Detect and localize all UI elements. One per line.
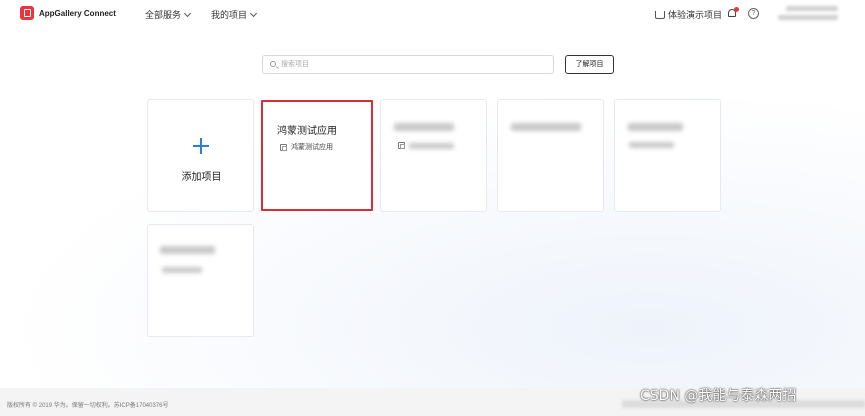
project-title: 鸿蒙测试应用 [277,126,337,137]
app-icon [280,143,287,151]
project-card[interactable] [497,99,604,212]
project-card[interactable] [380,99,487,212]
cart-icon [655,10,665,19]
help-button[interactable]: ? [748,8,759,19]
watermark: CSDN @我能与泰森两招 [640,388,797,404]
project-card[interactable] [614,99,721,212]
demo-project-link[interactable]: 体验演示项目 [655,8,722,21]
top-header: AppGallery Connect 全部服务 我的项目 体验演示项目 ? [0,0,865,30]
app-name: 鸿蒙测试应用 [291,144,333,151]
project-card-selected[interactable]: 鸿蒙测试应用 鸿蒙测试应用 [261,100,373,211]
appgallery-logo-icon [20,6,34,20]
logo-text: AppGallery Connect [39,8,116,18]
search-input[interactable] [281,58,541,71]
search-icon [270,61,276,67]
chevron-down-icon [249,9,258,17]
add-project-label: 添加项目 [181,172,222,183]
learn-projects-button[interactable]: 了解项目 [565,55,614,74]
copyright-text: 版权所有 © 2019 华为。保留一切权利。苏ICP备17040376号 [7,403,169,409]
app-logo[interactable]: AppGallery Connect [20,6,116,20]
demo-project-label: 体验演示项目 [668,10,723,20]
app-item[interactable]: 鸿蒙测试应用 [280,142,333,152]
add-project-card[interactable]: 添加项目 [147,99,254,212]
nav-all-services[interactable]: 全部服务 [145,8,192,21]
plus-icon [193,138,209,154]
nav-my-projects-label: 我的项目 [211,10,248,20]
notification-button[interactable] [727,7,739,18]
project-search[interactable] [262,55,554,74]
notification-badge [734,7,739,12]
user-account-menu[interactable] [778,4,838,22]
chevron-down-icon [183,9,192,17]
project-card[interactable] [147,224,254,337]
nav-all-services-label: 全部服务 [145,10,182,20]
nav-my-projects[interactable]: 我的项目 [211,8,258,21]
app-icon [398,142,405,149]
